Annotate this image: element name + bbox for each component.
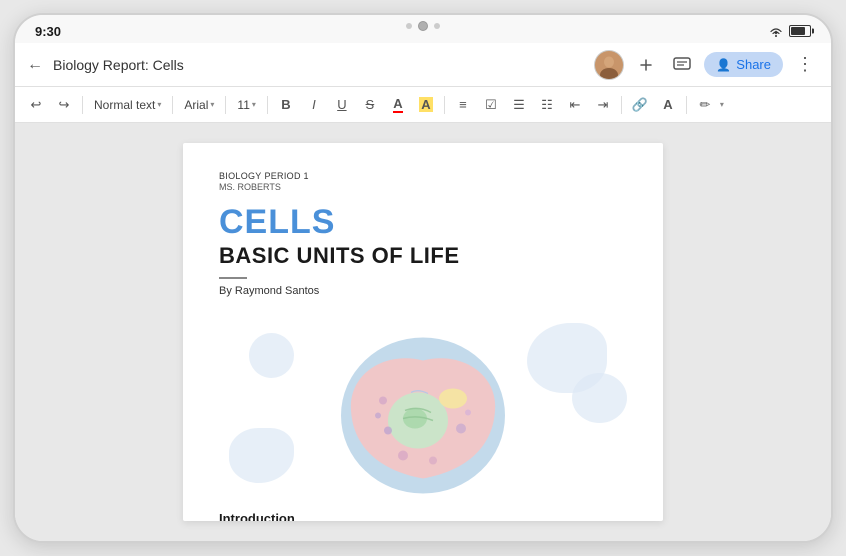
cell-diagram <box>323 321 523 496</box>
font-size-dropdown[interactable]: 11 ▾ <box>231 96 261 114</box>
align-button[interactable]: ≡ <box>450 92 476 118</box>
document-title: Biology Report: Cells <box>53 57 584 73</box>
bullet-list-button[interactable]: ☰ <box>506 92 532 118</box>
intro-heading: Introduction <box>219 511 627 521</box>
underline-icon: U <box>337 97 346 112</box>
teacher-label: MS. ROBERTS <box>219 182 627 192</box>
link-button[interactable]: 🔗 <box>627 92 653 118</box>
checklist-button[interactable]: ☑ <box>478 92 504 118</box>
share-label: Share <box>736 57 771 72</box>
author-label: By Raymond Santos <box>219 285 627 297</box>
toolbar-divider-4 <box>267 96 268 114</box>
battery-icon <box>789 25 811 37</box>
share-button[interactable]: 👤 Share <box>704 52 783 77</box>
camera-notch <box>406 21 440 31</box>
bullet-icon: ☰ <box>513 97 525 113</box>
toolbar-divider-3 <box>225 96 226 114</box>
period-text: PERIOD 1 <box>264 171 308 181</box>
tablet-frame: 9:30 ← Biology Report: Cells <box>13 13 833 543</box>
outdent-button[interactable]: ⇤ <box>562 92 588 118</box>
text-style-label: Normal text <box>94 98 155 112</box>
more-icon: ⋮ <box>796 54 814 75</box>
toolbar-divider-7 <box>686 96 687 114</box>
text-color-button[interactable]: A <box>385 92 411 118</box>
cell-illustration <box>219 313 627 503</box>
redo-button[interactable]: ↪ <box>51 92 77 118</box>
bg-blob-2 <box>572 373 627 423</box>
strikethrough-icon: S <box>366 97 375 112</box>
toolbar-divider-1 <box>82 96 83 114</box>
document-subtitle: BASIC UNITS OF LIFE <box>219 243 627 269</box>
text-style-dropdown[interactable]: Normal text ▾ <box>88 96 167 114</box>
more-options-button[interactable]: ⋮ <box>791 51 819 79</box>
subject-text: BIOLOGY <box>219 171 262 181</box>
notch-dot <box>406 23 412 29</box>
document-area: BIOLOGY PERIOD 1 MS. ROBERTS CELLS BASIC… <box>15 123 831 541</box>
font-size-label: 11 <box>237 98 249 112</box>
indent-button[interactable]: ⇥ <box>590 92 616 118</box>
back-arrow-icon: ← <box>27 56 43 74</box>
app-header: ← Biology Report: Cells <box>15 43 831 87</box>
highlight-icon: A <box>419 97 432 112</box>
battery-fill <box>791 27 805 35</box>
number-icon: ☷ <box>541 97 553 113</box>
subject-label: BIOLOGY PERIOD 1 <box>219 171 627 181</box>
text-color-icon: A <box>393 96 402 113</box>
wifi-icon <box>768 26 784 37</box>
header-actions: 👤 Share ⋮ <box>594 50 819 80</box>
dropdown-arrow-icon: ▾ <box>720 100 724 109</box>
document-title-cells: CELLS <box>219 204 627 241</box>
comment-icon <box>673 57 691 73</box>
undo-button[interactable]: ↩ <box>23 92 49 118</box>
title-divider <box>219 277 247 279</box>
font-label: Arial <box>184 98 208 112</box>
italic-icon: I <box>312 97 316 112</box>
format-button[interactable]: A <box>655 92 681 118</box>
highlight-button[interactable]: A <box>413 92 439 118</box>
formatting-toolbar: ↩ ↪ Normal text ▾ Arial ▾ 11 ▾ B I U <box>15 87 831 123</box>
add-collaborator-button[interactable] <box>632 51 660 79</box>
redo-icon: ↪ <box>59 97 70 113</box>
bold-icon: B <box>281 97 290 112</box>
avatar-button[interactable] <box>594 50 624 80</box>
front-camera <box>418 21 428 31</box>
align-icon: ≡ <box>459 97 467 112</box>
document-meta: BIOLOGY PERIOD 1 MS. ROBERTS <box>219 171 627 192</box>
status-icons <box>768 25 811 37</box>
share-icon: 👤 <box>716 58 731 72</box>
status-time: 9:30 <box>35 24 61 39</box>
bg-blob-3 <box>229 428 294 483</box>
format-icon: A <box>663 97 672 112</box>
indent-icon: ⇥ <box>597 97 608 113</box>
chevron-down-icon: ▾ <box>157 100 161 109</box>
strikethrough-button[interactable]: S <box>357 92 383 118</box>
draw-icon: ✏ <box>699 97 710 113</box>
italic-button[interactable]: I <box>301 92 327 118</box>
chevron-down-icon: ▾ <box>210 100 214 109</box>
comment-button[interactable] <box>668 51 696 79</box>
bg-blob-4 <box>249 333 294 378</box>
undo-icon: ↩ <box>31 97 42 113</box>
underline-button[interactable]: U <box>329 92 355 118</box>
numbered-list-button[interactable]: ☷ <box>534 92 560 118</box>
bold-button[interactable]: B <box>273 92 299 118</box>
toolbar-divider-5 <box>444 96 445 114</box>
toolbar-divider-2 <box>172 96 173 114</box>
font-dropdown[interactable]: Arial ▾ <box>178 96 220 114</box>
checklist-icon: ☑ <box>485 97 497 113</box>
notch-dot <box>434 23 440 29</box>
link-icon: 🔗 <box>632 97 648 113</box>
document-page: BIOLOGY PERIOD 1 MS. ROBERTS CELLS BASIC… <box>183 143 663 521</box>
avatar-icon <box>595 51 623 79</box>
chevron-down-icon: ▾ <box>252 100 256 109</box>
back-button[interactable]: ← <box>27 56 43 74</box>
plus-icon <box>638 57 654 73</box>
draw-button[interactable]: ✏ <box>692 92 718 118</box>
toolbar-divider-6 <box>621 96 622 114</box>
outdent-icon: ⇤ <box>569 97 580 113</box>
